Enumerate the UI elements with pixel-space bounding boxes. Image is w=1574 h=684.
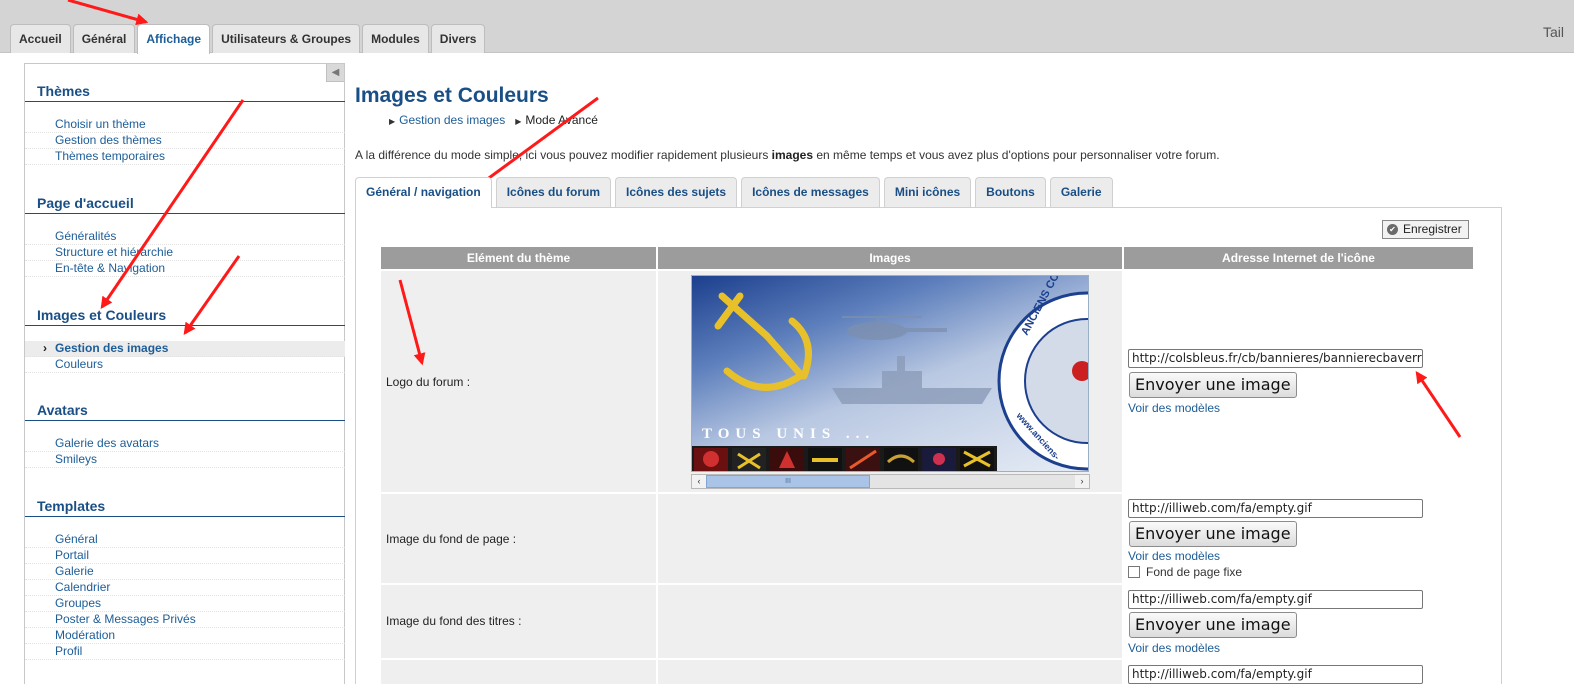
breadcrumb-item: ▶ Mode Avancé: [515, 113, 598, 127]
sidebar-section-title: Page d'accueil: [25, 194, 345, 214]
tab-utilisateurs-groupes[interactable]: Utilisateurs & Groupes: [212, 24, 361, 53]
background-url-input[interactable]: http://illiweb.com/fa/empty.gif: [1128, 499, 1423, 518]
table-cell: [658, 585, 1122, 658]
intro-text-bold: images: [771, 148, 814, 162]
sidebar-item-poster-messages[interactable]: Poster & Messages Privés: [25, 612, 345, 628]
subtab-general-navigation[interactable]: Général / navigation: [355, 177, 492, 208]
subtab-icones-sujets[interactable]: Icônes des sujets: [615, 177, 738, 207]
sidebar-item-calendrier[interactable]: Calendrier: [25, 580, 345, 596]
logo-upload-button[interactable]: Envoyer une image: [1129, 372, 1297, 398]
top-bar: Accueil Général Affichage Utilisateurs &…: [0, 0, 1574, 54]
sidebar-section-templates: Templates Général Portail Galerie Calend…: [25, 497, 345, 660]
tab-accueil[interactable]: Accueil: [10, 24, 71, 53]
row-label-logo: Logo du forum :: [386, 375, 471, 389]
sidebar-item-themes-temporaires[interactable]: Thèmes temporaires: [25, 149, 345, 165]
anchor-icon: [714, 292, 812, 391]
check-icon: ✔: [1387, 224, 1398, 235]
forum-logo-image: ANCIENS COLS BLEUS www.anciens- TOUS UNI…: [691, 275, 1089, 472]
intro-text-part: A la différence du mode simple, ici vous…: [355, 148, 772, 162]
sidebar-section-title: Avatars: [25, 401, 345, 421]
sidebar-item-gestion-themes[interactable]: Gestion des thèmes: [25, 133, 345, 149]
chevron-right-icon: ›: [43, 341, 47, 355]
tab-modules[interactable]: Modules: [362, 24, 429, 53]
sidebar-item-entete-navigation[interactable]: En-tête & Navigation: [25, 261, 345, 277]
bullet-icon: ▶: [389, 117, 396, 126]
scroll-right-icon[interactable]: ›: [1075, 475, 1089, 488]
sidebar-item-smileys[interactable]: Smileys: [25, 452, 345, 468]
bullet-icon: ▶: [515, 117, 522, 126]
sidebar-item-moderation[interactable]: Modération: [25, 628, 345, 644]
tab-general[interactable]: Général: [72, 24, 136, 53]
sidebar-item-choisir-theme[interactable]: Choisir un thème: [25, 117, 345, 133]
subtab-icones-messages[interactable]: Icônes de messages: [741, 177, 880, 207]
sidebar-item-generalites[interactable]: Généralités: [25, 229, 345, 245]
titles-models-link[interactable]: Voir des modèles: [1128, 641, 1220, 655]
table-header-url: Adresse Internet de l'icône: [1124, 247, 1473, 269]
top-right-text: Tail: [1543, 24, 1565, 40]
sidebar-item-couleurs[interactable]: Couleurs: [25, 357, 345, 373]
fixed-background-label: Fond de page fixe: [1146, 565, 1243, 579]
banner-artwork: ANCIENS COLS BLEUS www.anciens- TOUS UNI…: [692, 276, 1088, 471]
background-models-link[interactable]: Voir des modèles: [1128, 549, 1220, 563]
table-cell: [658, 660, 1122, 684]
fixed-background-option: Fond de page fixe: [1128, 565, 1242, 579]
breadcrumb-link-gestion-images[interactable]: Gestion des images: [399, 113, 505, 127]
subtab-boutons[interactable]: Boutons: [975, 177, 1046, 207]
logo-url-input[interactable]: http://colsbleus.fr/cb/bannieres/bannier…: [1128, 349, 1423, 368]
sidebar-item-label: Gestion des images: [55, 341, 169, 355]
background-upload-button[interactable]: Envoyer une image: [1129, 521, 1297, 547]
ship-icon: [832, 356, 992, 404]
row4-url-input[interactable]: http://illiweb.com/fa/empty.gif: [1128, 665, 1423, 684]
titles-upload-button[interactable]: Envoyer une image: [1129, 612, 1297, 638]
table-header-element: Elément du thème: [381, 247, 656, 269]
sidebar-item-galerie[interactable]: Galerie: [25, 564, 345, 580]
tab-affichage[interactable]: Affichage: [137, 24, 211, 54]
sidebar-item-galerie-avatars[interactable]: Galerie des avatars: [25, 436, 345, 452]
tab-divers[interactable]: Divers: [430, 24, 486, 53]
sidebar: ◀ Thèmes Choisir un thème Gestion des th…: [24, 63, 345, 684]
table-header-images: Images: [658, 247, 1122, 269]
sub-tabs: Général / navigation Icônes du forum Icô…: [355, 177, 1117, 208]
intro-text-part: en même temps et vous avez plus d'option…: [813, 148, 1220, 162]
sidebar-section-page-accueil: Page d'accueil Généralités Structure et …: [25, 194, 345, 277]
intro-text: A la différence du mode simple, ici vous…: [355, 148, 1220, 162]
table-cell: [658, 494, 1122, 583]
scroll-thumb[interactable]: III: [706, 475, 870, 488]
sidebar-section-avatars: Avatars Galerie des avatars Smileys: [25, 401, 345, 468]
page-title: Images et Couleurs: [355, 84, 549, 107]
sidebar-section-themes: Thèmes Choisir un thème Gestion des thèm…: [25, 82, 345, 165]
sidebar-section-title: Thèmes: [25, 82, 345, 102]
sidebar-item-structure[interactable]: Structure et hiérarchie: [25, 245, 345, 261]
sidebar-item-gestion-images[interactable]: › Gestion des images: [25, 341, 345, 357]
sidebar-section-images-couleurs: Images et Couleurs › Gestion des images C…: [25, 306, 345, 373]
helicopter-icon: [842, 316, 947, 340]
subtab-galerie[interactable]: Galerie: [1049, 177, 1113, 207]
scroll-left-icon[interactable]: ‹: [692, 475, 706, 488]
banner-motto: TOUS UNIS ...: [702, 426, 875, 442]
titles-url-input[interactable]: http://illiweb.com/fa/empty.gif: [1128, 590, 1423, 609]
image-horizontal-scrollbar[interactable]: ‹ III ›: [691, 474, 1090, 489]
logo-models-link[interactable]: Voir des modèles: [1128, 401, 1220, 415]
breadcrumb-current: Mode Avancé: [525, 113, 598, 127]
top-tabs: Accueil Général Affichage Utilisateurs &…: [10, 24, 487, 54]
breadcrumb-item: ▶ Gestion des images: [389, 113, 505, 127]
triangle-left-icon: ◀: [331, 67, 340, 78]
row-label-fond-page: Image du fond de page :: [386, 532, 517, 546]
save-button-label: Enregistrer: [1403, 222, 1462, 236]
breadcrumb: ▶ Gestion des images ▶ Mode Avancé: [389, 113, 608, 127]
fixed-background-checkbox[interactable]: [1128, 566, 1140, 578]
sidebar-item-templates-general[interactable]: Général: [25, 532, 345, 548]
sidebar-item-profil[interactable]: Profil: [25, 644, 345, 660]
collapse-sidebar-button[interactable]: ◀: [326, 64, 344, 82]
subtab-mini-icones[interactable]: Mini icônes: [883, 177, 972, 207]
save-button[interactable]: ✔ Enregistrer: [1382, 220, 1469, 239]
sidebar-section-title: Templates: [25, 497, 345, 517]
subtab-icones-forum[interactable]: Icônes du forum: [495, 177, 612, 207]
sidebar-section-title: Images et Couleurs: [25, 306, 345, 326]
sidebar-item-portail[interactable]: Portail: [25, 548, 345, 564]
sidebar-item-groupes[interactable]: Groupes: [25, 596, 345, 612]
row-label-fond-titres: Image du fond des titres :: [386, 614, 522, 628]
table-cell: [381, 660, 656, 684]
